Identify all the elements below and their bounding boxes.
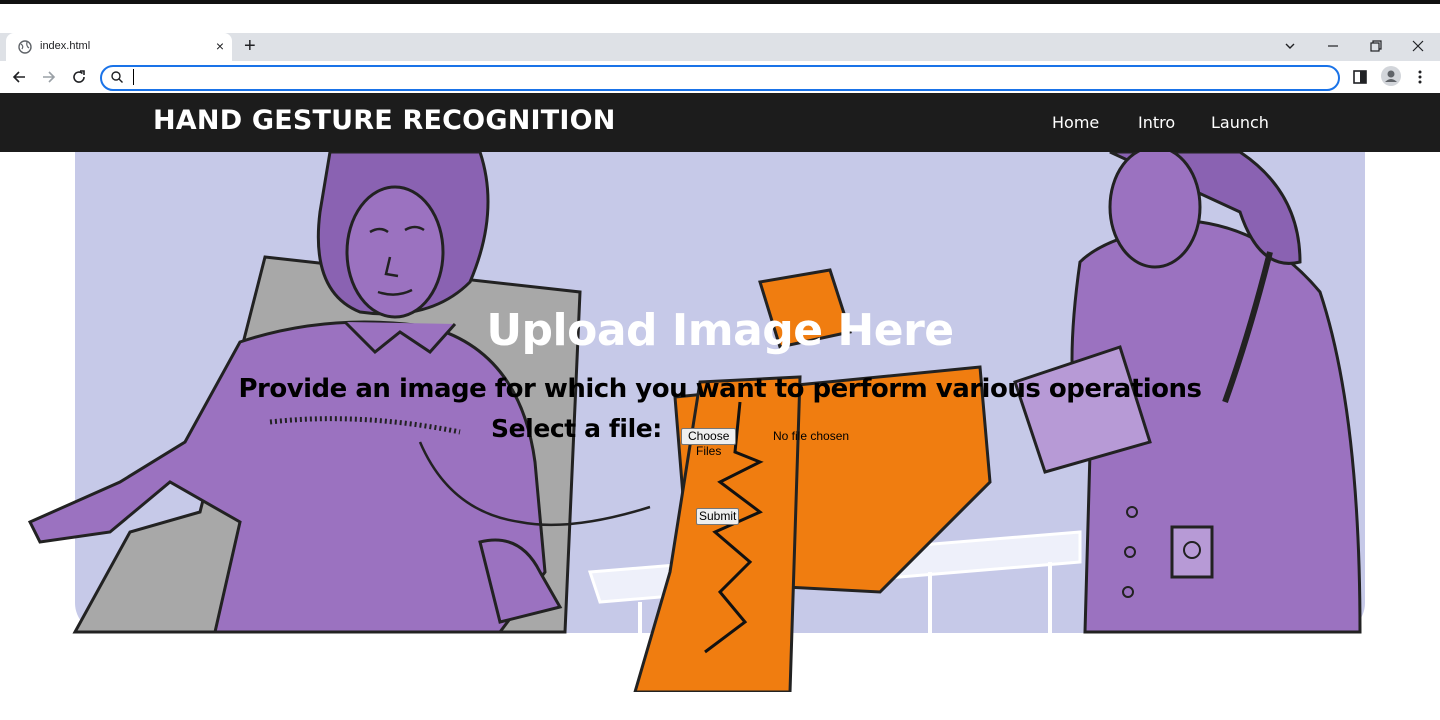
search-icon [111,71,123,83]
close-icon[interactable]: × [216,38,224,54]
tab-search-icon[interactable] [1283,39,1297,53]
forward-icon[interactable] [39,67,59,87]
site-navbar: HAND GESTURE RECOGNITION Home Intro Laun… [0,93,1440,152]
window-close-icon[interactable] [1411,39,1425,53]
browser-tab[interactable]: index.html × [6,33,232,61]
no-file-status: No file chosen [773,429,850,443]
submit-button[interactable]: Submit [696,508,740,525]
back-icon[interactable] [9,67,29,87]
nav-link-home[interactable]: Home [1052,113,1099,132]
tab-strip: index.html × + [0,33,1440,61]
window-top-edge [0,0,1440,4]
address-input[interactable] [132,68,1326,88]
nav-link-intro[interactable]: Intro [1138,113,1175,132]
choose-files-button[interactable]: Choose Files [681,428,737,458]
new-tab-icon[interactable]: + [244,36,256,56]
minimize-icon[interactable] [1326,39,1340,53]
restore-icon[interactable] [1369,39,1383,53]
tab-title: index.html [40,40,91,52]
globe-icon [18,40,32,54]
reload-icon[interactable] [69,67,89,87]
hero-illustration [27,152,1362,692]
file-label: Select a file: [491,414,662,443]
menu-icon[interactable] [1411,68,1429,86]
site-brand[interactable]: HAND GESTURE RECOGNITION [153,105,616,136]
side-panel-icon[interactable] [1351,68,1369,86]
browser-toolbar [0,61,1440,93]
nav-link-launch[interactable]: Launch [1211,113,1269,132]
upload-subheading: Provide an image for which you want to p… [238,374,1202,404]
profile-icon[interactable] [1381,66,1401,86]
text-caret [133,69,134,85]
address-bar[interactable] [100,65,1340,91]
upload-heading: Upload Image Here [486,305,954,356]
